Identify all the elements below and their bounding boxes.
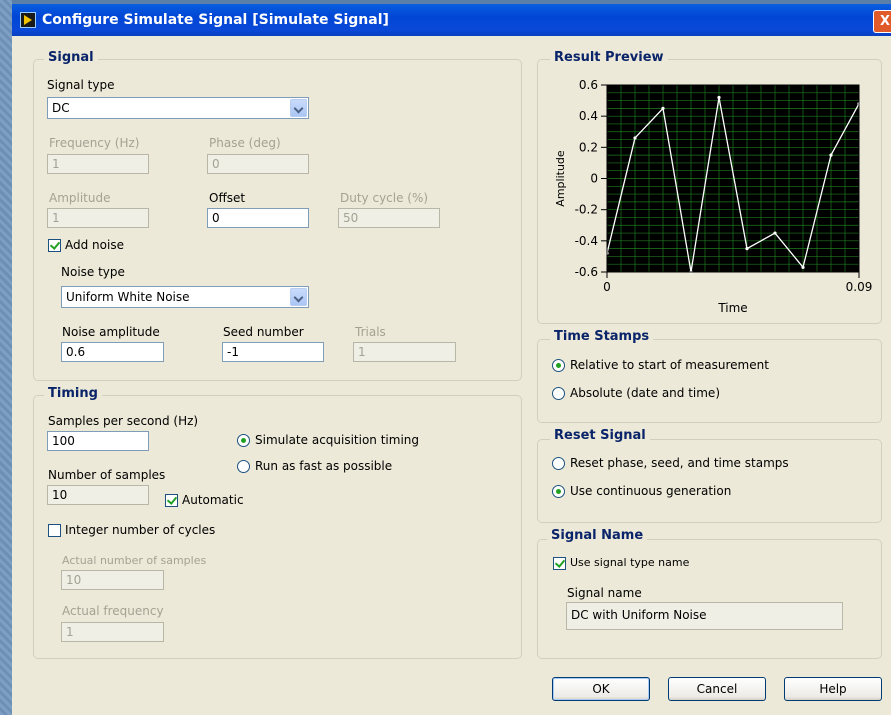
noise-amplitude-label: Noise amplitude [62, 325, 160, 339]
automatic-label[interactable]: Automatic [182, 493, 244, 507]
run-fast-radio[interactable] [237, 460, 250, 473]
use-signal-type-name-checkbox[interactable] [553, 557, 566, 570]
ok-button[interactable]: OK [552, 677, 650, 701]
frequency-field: 1 [47, 154, 149, 174]
reset-phase-label[interactable]: Reset phase, seed, and time stamps [570, 456, 789, 470]
use-signal-type-name-label[interactable]: Use signal type name [570, 556, 689, 569]
y-axis-label: Amplitude [554, 150, 567, 207]
duty-cycle-label: Duty cycle (%) [340, 191, 429, 205]
signal-type-label: Signal type [47, 78, 115, 92]
timing-group-title: Timing [44, 386, 102, 401]
close-button[interactable]: X [873, 10, 891, 33]
offset-label: Offset [209, 191, 246, 205]
noise-type-label: Noise type [61, 265, 125, 279]
y-tick-label: -0.2 [575, 203, 598, 217]
dialog-window: Configure Simulate Signal [Simulate Sign… [12, 4, 891, 715]
y-tick-label: -0.4 [575, 234, 598, 248]
noise-type-select[interactable]: Uniform White Noise [61, 286, 309, 308]
data-point [633, 136, 637, 140]
noise-amplitude-field[interactable]: 0.6 [61, 342, 164, 362]
data-point [745, 247, 749, 251]
y-tick-label: 0.6 [579, 78, 598, 92]
reset-signal-group [537, 439, 882, 523]
relative-time-radio[interactable] [552, 359, 565, 372]
simulate-timing-label[interactable]: Simulate acquisition timing [255, 433, 419, 447]
reset-phase-radio[interactable] [552, 457, 565, 470]
samples-per-second-label: Samples per second (Hz) [48, 414, 199, 428]
phase-field: 0 [207, 154, 309, 174]
chevron-down-icon[interactable] [290, 288, 307, 306]
chevron-down-icon[interactable] [290, 99, 307, 117]
continuous-generation-label[interactable]: Use continuous generation [570, 484, 731, 498]
help-button[interactable]: Help [784, 677, 882, 701]
labview-app-icon [20, 12, 36, 28]
integer-cycles-label[interactable]: Integer number of cycles [65, 523, 215, 537]
data-point [829, 153, 833, 157]
y-tick-label: 0.4 [579, 109, 598, 123]
signal-type-select[interactable]: DC [47, 97, 309, 119]
add-noise-label[interactable]: Add noise [65, 238, 124, 252]
time-stamps-title: Time Stamps [550, 329, 654, 344]
y-tick-label: -0.6 [575, 265, 598, 279]
trials-field: 1 [353, 342, 456, 362]
frequency-label: Frequency (Hz) [49, 136, 140, 150]
add-noise-checkbox[interactable] [48, 239, 61, 252]
amplitude-label: Amplitude [49, 191, 111, 205]
absolute-time-radio[interactable] [552, 387, 565, 400]
trials-label: Trials [355, 325, 386, 339]
cancel-button[interactable]: Cancel [668, 677, 766, 701]
desktop-background [0, 0, 12, 715]
reset-signal-title: Reset Signal [550, 428, 650, 443]
data-point [717, 95, 721, 100]
window-title: Configure Simulate Signal [Simulate Sign… [42, 12, 389, 28]
x-tick-label: 0.09 [846, 280, 873, 294]
noise-type-value: Uniform White Noise [66, 290, 190, 304]
x-axis-label: Time [717, 301, 747, 314]
duty-cycle-field: 50 [338, 208, 440, 228]
simulate-timing-radio[interactable] [237, 434, 250, 447]
actual-samples-label: Actual number of samples [62, 554, 207, 567]
seed-number-label: Seed number [223, 325, 304, 339]
data-point [661, 106, 665, 110]
signal-name-field: DC with Uniform Noise [566, 602, 843, 630]
time-stamps-group [537, 339, 882, 423]
actual-samples-field: 10 [61, 570, 164, 590]
data-point [801, 265, 805, 269]
title-bar[interactable]: Configure Simulate Signal [Simulate Sign… [12, 4, 891, 36]
phase-label: Phase (deg) [209, 136, 281, 150]
relative-time-label[interactable]: Relative to start of measurement [570, 358, 769, 372]
run-fast-label[interactable]: Run as fast as possible [255, 459, 392, 473]
number-of-samples-field: 10 [47, 485, 149, 505]
actual-frequency-label: Actual frequency [62, 604, 164, 618]
offset-field[interactable]: 0 [207, 208, 309, 228]
integer-cycles-checkbox[interactable] [48, 524, 61, 537]
signal-name-title: Signal Name [547, 528, 648, 543]
continuous-generation-radio[interactable] [552, 485, 565, 498]
samples-per-second-field[interactable]: 100 [47, 431, 149, 451]
amplitude-field: 1 [47, 208, 149, 228]
signal-group-title: Signal [44, 50, 98, 65]
automatic-checkbox[interactable] [165, 494, 178, 507]
result-preview-chart: 0.6 0.4 0.2 0 -0.2 -0.4 -0.6 0 0.09 Time Amplitude [554, 78, 873, 314]
absolute-time-label[interactable]: Absolute (date and time) [570, 386, 720, 400]
signal-type-value: DC [52, 101, 70, 115]
x-tick-label: 0 [603, 280, 611, 294]
y-tick-label: 0 [590, 172, 598, 186]
signal-name-label: Signal name [567, 586, 642, 600]
y-tick-label: 0.2 [579, 140, 598, 154]
number-of-samples-label: Number of samples [48, 468, 166, 482]
seed-number-field[interactable]: -1 [222, 342, 324, 362]
data-point [773, 231, 777, 235]
actual-frequency-field: 1 [61, 622, 164, 642]
